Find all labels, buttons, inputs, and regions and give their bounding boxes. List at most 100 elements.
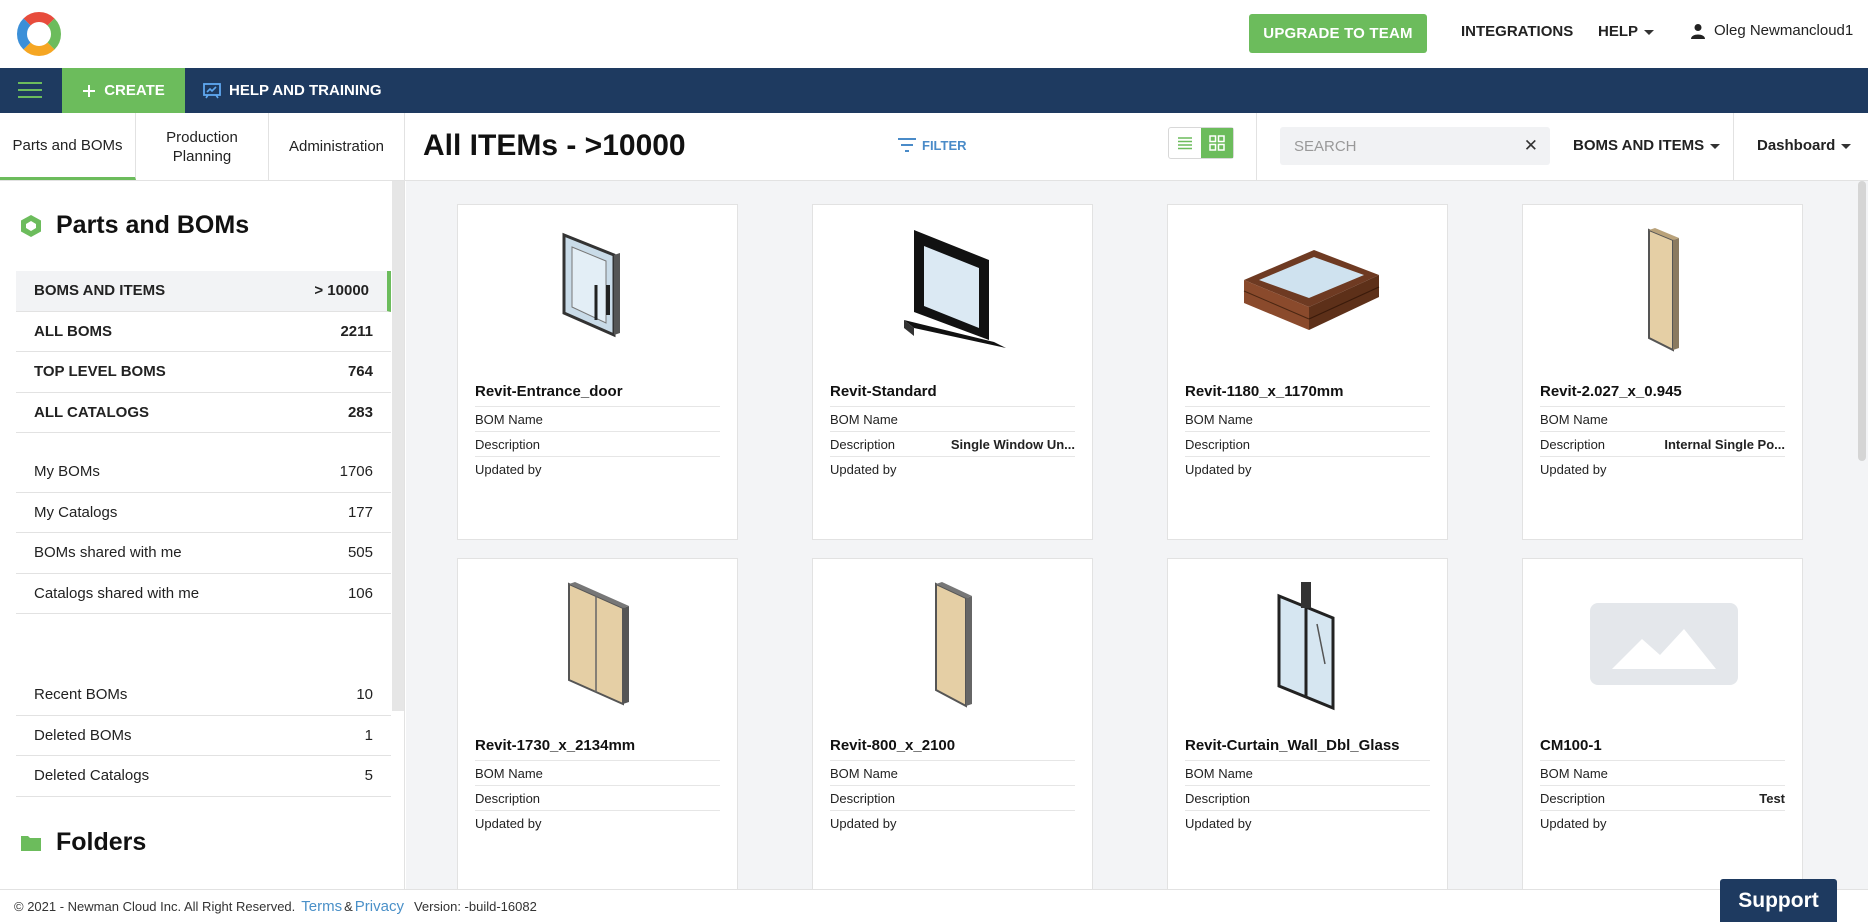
integrations-link[interactable]: INTEGRATIONS (1461, 23, 1573, 40)
item-card[interactable]: Revit-1180_x_1170mm BOM Name Description… (1167, 204, 1448, 540)
sidebar-item-deleted-boms[interactable]: Deleted BOMs 1 (16, 716, 391, 756)
search-box: ✕ (1280, 127, 1550, 165)
filter-button[interactable]: FILTER (897, 137, 967, 153)
bom-name-row: BOM Name (830, 760, 1075, 785)
description-value: Internal Single Po... (1664, 436, 1785, 452)
help-and-training-label: HELP AND TRAINING (229, 82, 382, 99)
description-value: Single Window Un... (950, 436, 1075, 452)
field-label: Description (475, 790, 541, 806)
dashboard-dropdown[interactable]: Dashboard (1757, 137, 1852, 154)
item-card[interactable]: Revit-Curtain_Wall_Dbl_Glass BOM Name De… (1167, 558, 1448, 889)
copyright-text: © 2021 - Newman Cloud Inc. All Right Res… (14, 898, 296, 914)
description-row: Description Test (1540, 785, 1785, 810)
narrow-door-thumbnail (813, 569, 1094, 719)
grid-view-button[interactable] (1201, 128, 1233, 158)
bom-name-row: BOM Name (475, 406, 720, 431)
sidebar-scrollbar[interactable] (392, 181, 404, 711)
field-label: Description (1540, 436, 1606, 452)
privacy-link[interactable]: Privacy (355, 898, 404, 915)
folders-section[interactable]: Folders (20, 828, 146, 857)
item-card[interactable]: Revit-Entrance_door BOM Name Description… (457, 204, 738, 540)
tab-administration[interactable]: Administration (269, 113, 405, 180)
field-label: Description (1540, 790, 1606, 806)
tab-parts-and-boms[interactable]: Parts and BOMs (0, 113, 136, 180)
sidebar-item-all-boms[interactable]: ALL BOMS 2211 (16, 312, 391, 352)
app-logo[interactable] (16, 11, 62, 57)
field-label: Description (1185, 436, 1251, 452)
sidebar-item-count: 1 (364, 726, 373, 744)
single-door-thumbnail (1523, 215, 1804, 365)
updated-by-row: Updated by (1540, 456, 1785, 481)
dashboard-label: Dashboard (1757, 137, 1836, 154)
sidebar-item-label: BOMS AND ITEMS (34, 282, 166, 300)
sidebar-group-main: BOMS AND ITEMS > 10000 ALL BOMS 2211 TOP L… (16, 271, 391, 433)
create-button[interactable]: CREATE (62, 68, 185, 113)
sidebar-item-boms-and-items[interactable]: BOMS AND ITEMS > 10000 (16, 271, 391, 312)
ampersand: & (344, 898, 353, 914)
item-card[interactable]: Revit-Standard BOM Name Description Singl… (812, 204, 1093, 540)
terms-link[interactable]: Terms (301, 898, 342, 915)
item-card[interactable]: Revit-800_x_2100 BOM Name Description Up… (812, 558, 1093, 889)
sidebar-item-catalogs-shared[interactable]: Catalogs shared with me 106 (16, 574, 391, 614)
curtain-wall-thumbnail (1168, 569, 1449, 719)
description-row: Description (830, 785, 1075, 810)
bom-name-row: BOM Name (830, 406, 1075, 431)
sidebar-group-recent: Recent BOMs 10 Deleted BOMs 1 Deleted Cata… (16, 675, 391, 797)
sidebar-item-my-boms[interactable]: My BOMs 1706 (16, 452, 391, 493)
standard-window-thumbnail (813, 215, 1094, 365)
field-label: BOM Name (1185, 411, 1253, 427)
skylight-thumbnail (1168, 215, 1449, 365)
sidebar-item-label: ALL CATALOGS (34, 403, 149, 421)
sidebar-item-boms-shared[interactable]: BOMs shared with me 505 (16, 533, 391, 574)
sidebar-item-deleted-catalogs[interactable]: Deleted Catalogs 5 (16, 756, 391, 797)
bom-name-row: BOM Name (1540, 406, 1785, 431)
tab-production-planning[interactable]: Production Planning (136, 113, 269, 180)
description-row: Description Internal Single Po... (1540, 431, 1785, 456)
caret-down-icon (1644, 29, 1655, 35)
item-card[interactable]: Revit-2.027_x_0.945 BOM Name Description… (1522, 204, 1803, 540)
sidebar-item-count: 106 (347, 584, 373, 602)
scrollbar-thumb[interactable] (1858, 181, 1866, 461)
updated-by-row: Updated by (475, 810, 720, 835)
upgrade-to-team-button[interactable]: UPGRADE TO TEAM (1249, 14, 1427, 53)
sidebar-item-my-catalogs[interactable]: My Catalogs 177 (16, 493, 391, 533)
help-menu[interactable]: HELP (1598, 23, 1655, 40)
item-name: Revit-2.027_x_0.945 (1540, 383, 1682, 400)
caret-down-icon (1710, 143, 1721, 149)
user-menu[interactable]: Oleg Newmancloud1 (1690, 22, 1853, 39)
item-card[interactable]: CM100-1 BOM Name Description Test Updated… (1522, 558, 1803, 889)
footer: © 2021 - Newman Cloud Inc. All Right Res… (0, 889, 1868, 922)
support-button[interactable]: Support (1720, 879, 1837, 922)
help-label: HELP (1598, 23, 1639, 40)
sidebar-item-count: 2211 (340, 322, 373, 340)
sidebar-item-count: > 10000 (314, 282, 369, 300)
clear-search-icon[interactable]: ✕ (1524, 136, 1538, 156)
sidebar-item-all-catalogs[interactable]: ALL CATALOGS 283 (16, 393, 391, 433)
user-icon (1691, 23, 1705, 39)
hamburger-menu-icon[interactable] (18, 82, 42, 100)
training-board-icon (203, 82, 221, 98)
list-view-button[interactable] (1169, 128, 1201, 158)
item-card[interactable]: Revit-1730_x_2134mm BOM Name Description… (457, 558, 738, 889)
sidebar-item-label: My BOMs (34, 463, 100, 481)
main-scrollbar[interactable] (1856, 181, 1868, 889)
entrance-door-thumbnail (458, 215, 739, 365)
item-name: Revit-Curtain_Wall_Dbl_Glass (1185, 737, 1400, 754)
sidebar-title: Parts and BOMs (20, 211, 249, 240)
sidebar-item-top-level-boms[interactable]: TOP LEVEL BOMS 764 (16, 352, 391, 393)
hexagon-icon (21, 214, 41, 237)
updated-by-row: Updated by (1185, 456, 1430, 481)
scope-dropdown[interactable]: BOMS AND ITEMS (1573, 137, 1721, 154)
double-door-thumbnail (458, 569, 739, 719)
help-and-training-button[interactable]: HELP AND TRAINING (203, 68, 382, 113)
sidebar-item-label: Catalogs shared with me (34, 584, 200, 602)
bom-name-row: BOM Name (475, 760, 720, 785)
search-input[interactable] (1280, 127, 1515, 165)
item-name: Revit-Entrance_door (475, 383, 623, 400)
list-view-icon (1178, 137, 1192, 150)
filter-label: FILTER (922, 137, 967, 153)
page-title: All ITEMs - >10000 (423, 129, 686, 162)
sidebar-item-recent-boms[interactable]: Recent BOMs 10 (16, 675, 391, 716)
sidebar-item-label: BOMs shared with me (34, 544, 182, 562)
tab-label: Production Planning (166, 128, 238, 165)
